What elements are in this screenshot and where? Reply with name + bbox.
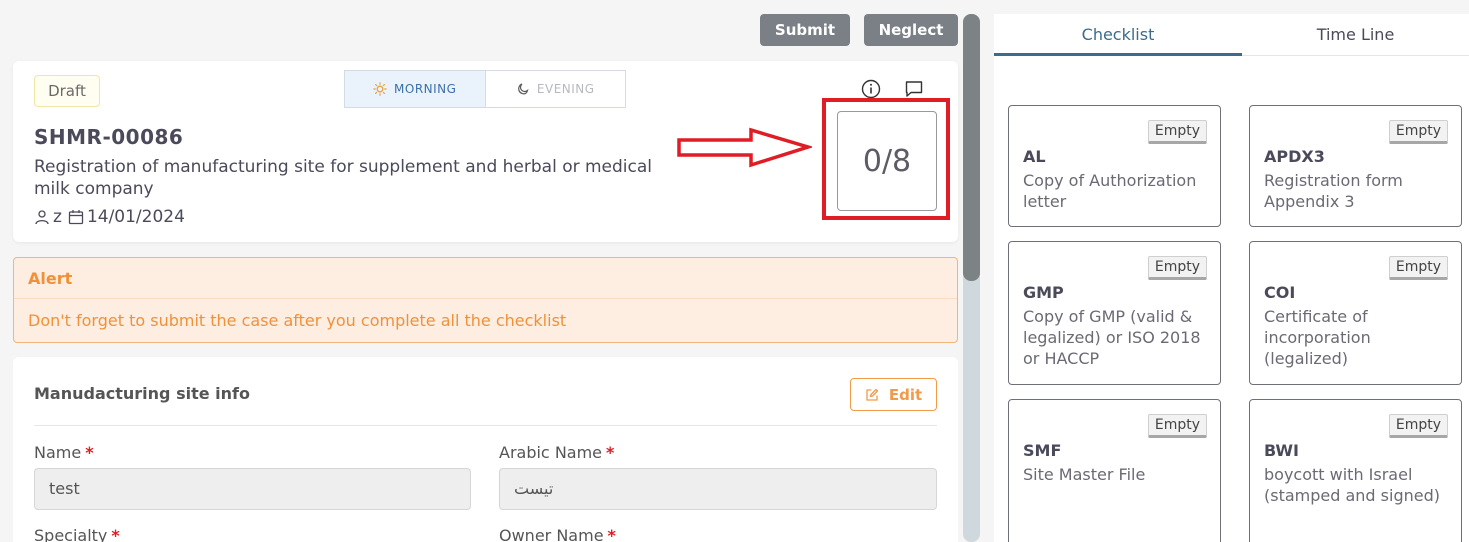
case-user: z <box>34 207 62 227</box>
moon-icon <box>518 83 529 95</box>
edit-button[interactable]: Edit <box>850 378 937 411</box>
checklist-card[interactable]: Empty BWI boycott with Israel (stamped a… <box>1249 399 1462 542</box>
case-meta: z 14/01/2024 <box>34 207 185 227</box>
checklist-description: boycott with Israel (stamped and signed) <box>1264 465 1440 505</box>
checklist-panel: Checklist Time Line Empty AL Copy of Aut… <box>994 14 1469 542</box>
shift-morning-label: MORNING <box>394 82 457 96</box>
checklist-code: COI <box>1264 283 1296 302</box>
neglect-button[interactable]: Neglect <box>864 14 958 46</box>
checklist-status-badge: Empty <box>1147 120 1207 144</box>
edit-icon <box>866 388 878 401</box>
case-date-label: 14/01/2024 <box>86 207 185 227</box>
checklist-code: AL <box>1023 147 1046 166</box>
checklist-description: Copy of GMP (valid & legalized) or ISO 2… <box>1023 307 1201 368</box>
comment-icon[interactable] <box>904 79 924 99</box>
alert-title: Alert <box>28 269 73 288</box>
tab-timeline[interactable]: Time Line <box>1242 14 1469 56</box>
checklist-card[interactable]: Empty SMF Site Master File <box>1008 399 1221 542</box>
shift-toggle: MORNING EVENING <box>344 70 626 108</box>
owner-name-label: Owner Name * <box>499 526 616 542</box>
alert-box: Alert Don't forget to submit the case af… <box>13 257 958 343</box>
checklist-card[interactable]: Empty COI Certificate of incorporation (… <box>1249 241 1462 385</box>
shift-morning-option[interactable]: MORNING <box>345 71 486 107</box>
name-label: Name * <box>34 443 94 462</box>
annotation-arrow <box>677 127 812 168</box>
case-user-label: z <box>53 207 62 227</box>
arabic-name-field[interactable]: تيست <box>499 468 937 510</box>
case-date: 14/01/2024 <box>68 207 185 227</box>
site-info-divider <box>34 425 937 426</box>
case-code: SHMR-00086 <box>34 125 184 149</box>
checklist-status-badge: Empty <box>1147 414 1207 438</box>
user-icon <box>35 210 49 225</box>
shift-evening-option[interactable]: EVENING <box>485 71 625 107</box>
checklist-description: Site Master File <box>1023 465 1146 484</box>
sun-icon <box>373 82 387 96</box>
case-description: Registration of manufacturing site for s… <box>34 157 653 199</box>
checklist-description: Certificate of incorporation (legalized) <box>1264 307 1371 368</box>
specialty-label: Specialty * <box>34 526 120 542</box>
tab-checklist[interactable]: Checklist <box>994 14 1242 56</box>
checklist-status-badge: Empty <box>1388 120 1448 144</box>
case-header-card: Draft MORNING EVENING SHMR-00086 Registr… <box>13 61 958 242</box>
info-icon[interactable] <box>861 79 881 99</box>
arabic-name-label: Arabic Name * <box>499 443 615 462</box>
name-field[interactable]: test <box>34 468 471 510</box>
scrollbar-thumb[interactable] <box>963 14 980 281</box>
calendar-icon <box>68 210 84 225</box>
submit-button[interactable]: Submit <box>760 14 850 46</box>
status-badge: Draft <box>34 75 100 107</box>
checklist-status-badge: Empty <box>1147 256 1207 280</box>
edit-button-label: Edit <box>888 385 923 404</box>
checklist-code: GMP <box>1023 283 1064 302</box>
checklist-code: SMF <box>1023 441 1062 460</box>
checklist-status-badge: Empty <box>1388 256 1448 280</box>
shift-evening-label: EVENING <box>536 82 595 96</box>
annotation-highlight-frame <box>822 98 950 220</box>
site-info-title: Manudacturing site info <box>34 384 250 403</box>
checklist-code: BWI <box>1264 441 1299 460</box>
checklist-card[interactable]: Empty GMP Copy of GMP (valid & legalized… <box>1008 241 1221 385</box>
checklist-status-badge: Empty <box>1388 414 1448 438</box>
checklist-code: APDX3 <box>1264 147 1325 166</box>
alert-message: Don't forget to submit the case after yo… <box>28 311 567 330</box>
checklist-description: Registration form Appendix 3 <box>1264 171 1403 211</box>
site-info-card: Manudacturing site info Edit Name * test … <box>13 357 958 542</box>
checklist-description: Copy of Authorization letter <box>1023 171 1197 211</box>
checklist-card[interactable]: Empty AL Copy of Authorization letter <box>1008 105 1221 227</box>
alert-divider <box>14 298 957 299</box>
checklist-card[interactable]: Empty APDX3 Registration form Appendix 3 <box>1249 105 1462 227</box>
